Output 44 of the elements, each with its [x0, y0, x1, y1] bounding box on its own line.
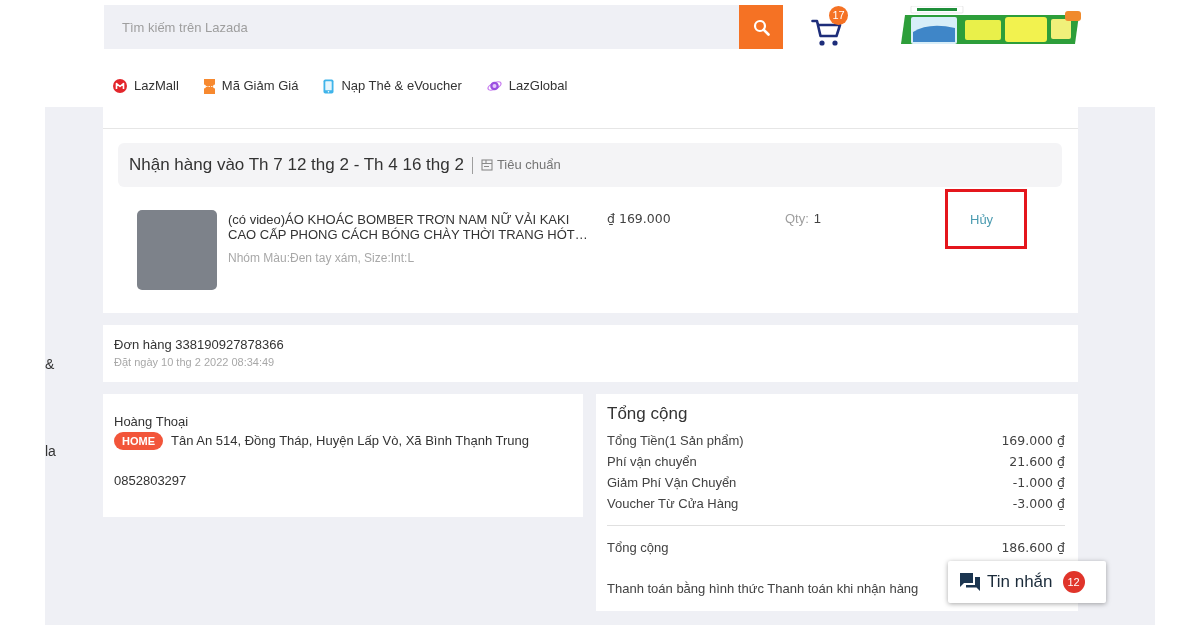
- cart-icon[interactable]: [811, 18, 843, 47]
- summary-label: Tổng Tiền(1 Sản phẩm): [607, 432, 744, 450]
- phone-icon: [323, 78, 335, 94]
- summary-value: 169.000 ₫: [1001, 432, 1065, 450]
- total-label: Tổng cộng: [607, 539, 669, 557]
- order-date: Đặt ngày 10 thg 2 2022 08:34:49: [114, 355, 275, 369]
- phone-number: 0852803297: [114, 473, 187, 489]
- quantity-label: Qty:: [785, 211, 809, 227]
- quantity-value: 1: [813, 211, 822, 227]
- package-icon: [480, 159, 493, 171]
- product-variant: Nhóm Màu:Đen tay xám, Size:Int:L: [228, 251, 415, 265]
- delivery-date: Nhận hàng vào Th 7 12 thg 2 - Th 4 16 thg 2: [129, 154, 464, 177]
- search-icon: [752, 18, 770, 36]
- product-price: ₫ 169.000: [607, 211, 671, 226]
- recipient-name: Hoàng Thoại: [114, 414, 189, 430]
- summary-title: Tổng cộng: [607, 404, 688, 424]
- summary-label: Phí vận chuyển: [607, 453, 697, 471]
- nav-link[interactable]: Nạp Thẻ & eVoucher: [323, 77, 462, 95]
- globe-icon: [486, 79, 502, 93]
- order-number: Đơn hàng 338190927878366: [114, 337, 284, 353]
- payment-method: Thanh toán bằng hình thức Thanh toán khi nhận hàng: [607, 580, 919, 598]
- summary-label: Voucher Từ Cửa Hàng: [607, 495, 739, 513]
- unread-count-badge: 12: [1062, 571, 1085, 593]
- nav-link[interactable]: LazMall: [113, 77, 179, 95]
- search-button[interactable]: [739, 5, 783, 49]
- search-field[interactable]: Tìm kiếm trên Lazada: [104, 5, 739, 49]
- sidebar-text-fragment: &: [45, 356, 55, 373]
- address-text: Tân An 514, Đồng Tháp, Huyện Lấp Vò, Xã Bình Thạnh Trung: [171, 432, 529, 451]
- summary-value: -1.000 ₫: [1012, 474, 1065, 492]
- product-title[interactable]: (có video)ÁO KHOÁC BOMBER TRƠN NAM NỮ VẢI KAKI CAO CẤP PHONG CÁCH BÓNG CHÀY THỜI TRANG HÓT…: [228, 212, 590, 242]
- shipping-method: Tiêu chuẩn: [496, 156, 561, 175]
- address-tag: HOME: [114, 432, 163, 450]
- chat-button[interactable]: Tin nhắn 12: [948, 561, 1106, 603]
- circle-logo-icon: [113, 79, 127, 93]
- chat-icon: [960, 573, 980, 591]
- nav-link[interactable]: LazGlobal: [486, 77, 568, 95]
- cart-count-badge: 17: [829, 6, 848, 25]
- summary-value: 21.600 ₫: [1009, 453, 1065, 471]
- summary-value: -3.000 ₫: [1012, 495, 1065, 513]
- total-value: 186.600 ₫: [1001, 539, 1065, 557]
- ticket-icon: [203, 78, 215, 94]
- nav-link[interactable]: Mã Giảm Giá: [203, 77, 299, 95]
- sidebar-text-fragment: la: [45, 443, 56, 460]
- summary-label: Giảm Phí Vận Chuyển: [607, 474, 737, 492]
